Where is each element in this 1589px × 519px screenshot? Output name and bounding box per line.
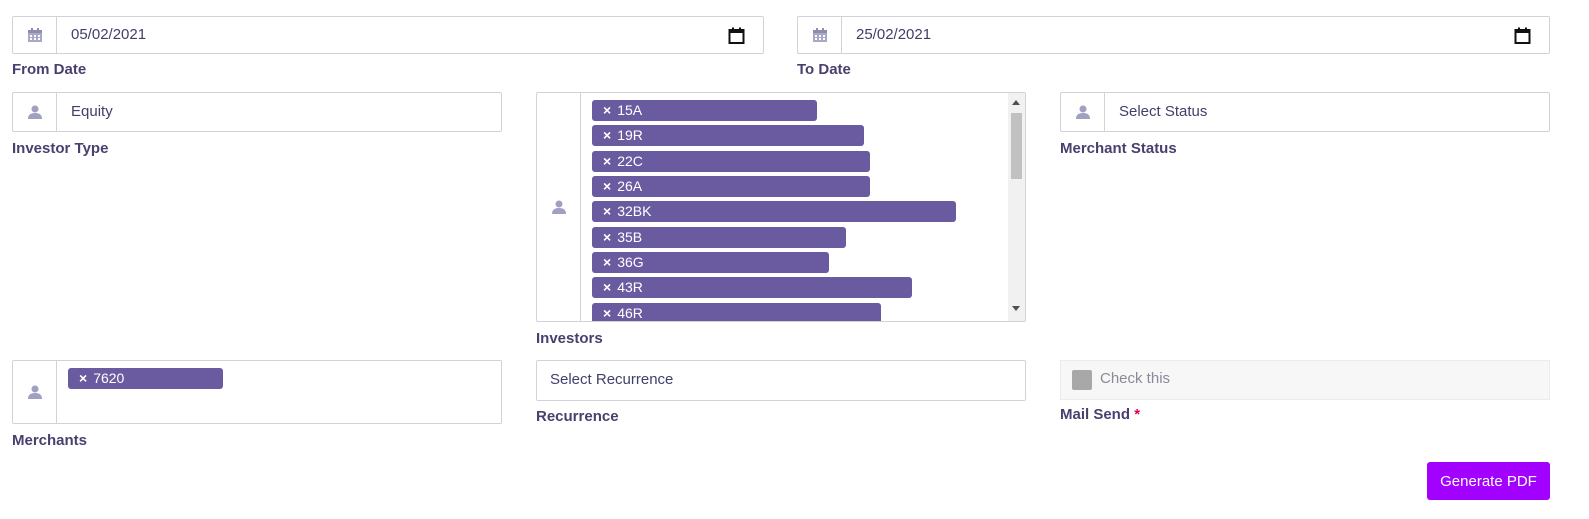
remove-tag-icon[interactable]: ×: [603, 254, 611, 270]
remove-tag-icon[interactable]: ×: [603, 203, 611, 219]
mail-send-label-text: Mail Send: [1060, 406, 1131, 423]
investors-tag-list: × 15A × 19R × 22C × 26A × 32BK × 35B × 36G × 43R…: [581, 93, 1008, 321]
merchant-status-select[interactable]: Select Status: [1060, 92, 1550, 132]
remove-tag-icon[interactable]: ×: [79, 370, 87, 386]
scroll-down-icon[interactable]: [1012, 306, 1020, 311]
recurrence-select[interactable]: Select Recurrence: [536, 360, 1026, 401]
recurrence-label: Recurrence: [536, 408, 619, 425]
investor-tag[interactable]: × 46R: [592, 303, 881, 321]
generate-pdf-button[interactable]: Generate PDF: [1427, 462, 1550, 500]
investor-tag[interactable]: × 15A: [592, 100, 817, 121]
date-picker-icon[interactable]: [728, 27, 745, 49]
mail-send-checkbox-text: Check this: [1100, 370, 1171, 387]
to-date-input[interactable]: 25/02/2021: [797, 16, 1550, 54]
investor-tag[interactable]: × 36G: [592, 252, 829, 273]
investor-type-label: Investor Type: [12, 140, 109, 157]
date-picker-icon[interactable]: [1514, 27, 1531, 49]
merchant-tag[interactable]: × 7620: [68, 368, 223, 389]
to-date-value: 25/02/2021: [856, 26, 932, 43]
mail-send-label: Mail Send *: [1060, 406, 1140, 423]
user-icon: [1061, 93, 1105, 131]
user-icon: [537, 93, 581, 321]
investor-tag[interactable]: × 22C: [592, 151, 870, 172]
scroll-up-icon[interactable]: [1012, 100, 1020, 105]
merchant-status-placeholder: Select Status: [1119, 103, 1208, 120]
calendar-icon: [13, 17, 57, 53]
investor-tag[interactable]: × 19R: [592, 125, 864, 146]
user-icon: [13, 361, 57, 423]
remove-tag-icon[interactable]: ×: [603, 153, 611, 169]
from-date-label: From Date: [12, 61, 87, 78]
investors-multiselect[interactable]: × 15A × 19R × 22C × 26A × 32BK × 35B × 36G × 43R…: [536, 92, 1026, 322]
remove-tag-icon[interactable]: ×: [603, 102, 611, 118]
mail-send-checkbox[interactable]: [1072, 370, 1092, 390]
from-date-input[interactable]: 05/02/2021: [12, 16, 764, 54]
required-asterisk: *: [1134, 406, 1141, 423]
mail-send-checkbox-row[interactable]: Check this: [1060, 360, 1550, 400]
investor-tag[interactable]: × 43R: [592, 277, 912, 298]
scrollbar-thumb[interactable]: [1011, 113, 1022, 179]
to-date-label: To Date: [797, 61, 851, 78]
investor-tag[interactable]: × 32BK: [592, 201, 956, 222]
remove-tag-icon[interactable]: ×: [603, 305, 611, 321]
merchants-label: Merchants: [12, 432, 88, 449]
user-icon: [13, 93, 57, 131]
investors-scrollbar[interactable]: [1008, 93, 1025, 321]
recurrence-placeholder: Select Recurrence: [550, 371, 674, 388]
remove-tag-icon[interactable]: ×: [603, 127, 611, 143]
remove-tag-icon[interactable]: ×: [603, 279, 611, 295]
remove-tag-icon[interactable]: ×: [603, 229, 611, 245]
calendar-icon: [798, 17, 842, 53]
investors-label: Investors: [536, 330, 603, 347]
investor-type-select[interactable]: Equity: [12, 92, 502, 132]
investor-tag[interactable]: × 26A: [592, 176, 870, 197]
merchant-status-label: Merchant Status: [1060, 140, 1177, 157]
merchants-multiselect[interactable]: × 7620: [12, 360, 502, 424]
investor-type-value: Equity: [71, 103, 113, 120]
remove-tag-icon[interactable]: ×: [603, 178, 611, 194]
from-date-value: 05/02/2021: [71, 26, 147, 43]
investor-tag[interactable]: × 35B: [592, 227, 846, 248]
